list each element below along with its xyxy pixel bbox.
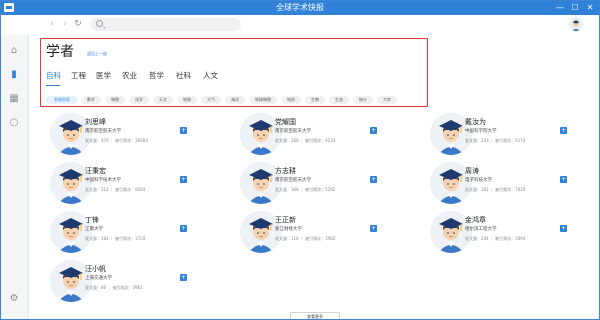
chip-geography[interactable]: 地理: [177, 96, 197, 104]
tab-agriculture[interactable]: 农业: [122, 71, 137, 81]
scholar-card[interactable]: 汪小帆 上海交通大学 发文量：86 ｜ 被引频次：3961 +: [50, 260, 230, 310]
load-more-button[interactable]: 查看更多: [290, 312, 340, 319]
scholar-name[interactable]: 金鸿章: [465, 216, 486, 224]
scholar-card[interactable]: 金鸿章 哈尔滨工程大学 发文量：244 ｜ 被引频次：3494 +: [430, 211, 599, 261]
chip-statistics[interactable]: 统计: [353, 96, 373, 104]
search-box[interactable]: [91, 18, 241, 31]
add-icon[interactable]: +: [370, 225, 377, 232]
tab-philosophy[interactable]: 哲学: [149, 71, 164, 81]
tab-humanities[interactable]: 人文: [203, 71, 218, 81]
minimize-icon[interactable]: —: [553, 1, 567, 15]
scholar-stats: 发文量：268 ｜ 被引频次：9233: [275, 138, 336, 143]
chip-geophysics[interactable]: 地球物理: [249, 96, 277, 104]
chip-ecology[interactable]: 生态: [329, 96, 349, 104]
scholar-institution: 南京航空航天大学: [275, 129, 311, 134]
user-avatar[interactable]: [569, 17, 583, 31]
chip-ocean[interactable]: 海洋: [225, 96, 245, 104]
page-title: 学者: [46, 44, 74, 60]
settings-icon[interactable]: ⚙: [8, 293, 20, 305]
scholar-institution: 南京航空航天大学: [275, 178, 311, 183]
scholar-stats: 发文量：879 ｜ 被引频次：26684: [85, 138, 148, 143]
add-icon[interactable]: +: [180, 176, 187, 183]
close-icon[interactable]: ✕: [583, 1, 597, 15]
chip-atmosphere[interactable]: 大气: [201, 96, 221, 104]
scholar-stats: 发文量：243 ｜ 被引频次：9174: [465, 138, 526, 143]
title-bar: 全球学术快报 — ☐ ✕: [1, 1, 599, 15]
scholar-stats: 发文量：368 ｜ 被引频次：5282: [275, 187, 336, 192]
scholar-name[interactable]: 周涛: [465, 167, 479, 175]
tab-social-science[interactable]: 社科: [176, 71, 191, 81]
scholar-card[interactable]: 丁锋 江南大学 发文量：184 ｜ 被引频次：3720 +: [50, 211, 230, 261]
scholar-name[interactable]: 王正新: [275, 216, 296, 224]
app-window: 全球学术快报 — ☐ ✕ ‹ › ↻ ⌂ ▮ ▦ ○ ⚙ 学者 返回上一级 自科…: [0, 0, 600, 320]
chip-mechanics[interactable]: 力学: [377, 96, 397, 104]
scholar-stats: 发文量：244 ｜ 被引频次：3494: [465, 236, 526, 241]
scholar-institution: 哈尔滨工程大学: [465, 227, 497, 232]
scholar-institution: 南京航空航天大学: [85, 129, 121, 134]
forward-arrow-icon[interactable]: ›: [59, 18, 71, 30]
scholar-name[interactable]: 戴汝为: [465, 118, 486, 126]
scholar-card[interactable]: 戴汝为 中国科学院大学 发文量：243 ｜ 被引频次：9174 +: [430, 113, 599, 163]
add-icon[interactable]: +: [560, 127, 567, 134]
scholar-filter-panel: 学者 返回上一级 自科 工程 医学 农业 哲学 社科 人文 系统科学 数学 物理…: [40, 38, 428, 107]
scholar-card[interactable]: 党耀国 南京航空航天大学 发文量：268 ｜ 被引频次：9233 +: [240, 113, 420, 163]
chip-chemistry[interactable]: 化学: [129, 96, 149, 104]
search-input[interactable]: [107, 19, 235, 30]
add-icon[interactable]: +: [370, 176, 377, 183]
scholar-name[interactable]: 汪秉宏: [85, 167, 106, 175]
back-link[interactable]: 返回上一级: [87, 51, 107, 57]
scholar-institution: 上海交通大学: [85, 276, 112, 281]
scholar-name[interactable]: 方志耕: [275, 167, 296, 175]
book-icon[interactable]: ▮: [8, 69, 20, 81]
scholar-card[interactable]: 汪秉宏 中国科学技术大学 发文量：212 ｜ 被引频次：8264 +: [50, 162, 230, 212]
scholar-institution: 浙江财经大学: [275, 227, 302, 232]
add-icon[interactable]: +: [180, 274, 187, 281]
add-icon[interactable]: +: [370, 127, 377, 134]
scholar-stats: 发文量：184 ｜ 被引频次：3720: [85, 236, 146, 241]
scholar-card[interactable]: 王正新 浙江财经大学 发文量：110 ｜ 被引频次：3982 +: [240, 211, 420, 261]
scholar-stats: 发文量：212 ｜ 被引频次：8264: [85, 187, 146, 192]
search-nav-icon[interactable]: ○: [8, 117, 20, 129]
scholar-stats: 发文量：86 ｜ 被引频次：3961: [85, 285, 143, 290]
scholar-card[interactable]: 刘思峰 南京航空航天大学 发文量：879 ｜ 被引频次：26684 +: [50, 113, 230, 163]
refresh-icon[interactable]: ↻: [72, 18, 84, 30]
back-arrow-icon[interactable]: ‹: [46, 18, 58, 30]
building-icon[interactable]: ▦: [8, 93, 20, 105]
tab-medicine[interactable]: 医学: [96, 71, 111, 81]
maximize-icon[interactable]: ☐: [568, 1, 582, 15]
chip-biology[interactable]: 生物: [305, 96, 325, 104]
chip-math[interactable]: 数学: [81, 96, 101, 104]
user-avatar-icon: [571, 20, 581, 31]
chip-astronomy[interactable]: 天文: [153, 96, 173, 104]
scholar-name[interactable]: 丁锋: [85, 216, 99, 224]
scholar-institution: 中国科学技术大学: [85, 178, 121, 183]
add-icon[interactable]: +: [180, 225, 187, 232]
scholar-stats: 发文量：110 ｜ 被引频次：3982: [275, 236, 336, 241]
main-content: 学者 返回上一级 自科 工程 医学 农业 哲学 社科 人文 系统科学 数学 物理…: [30, 35, 599, 319]
scholar-institution: 江南大学: [85, 227, 103, 232]
search-icon: [96, 20, 103, 27]
toolbar: ‹ › ↻: [1, 15, 599, 35]
add-icon[interactable]: +: [560, 225, 567, 232]
sidebar: ⌂ ▮ ▦ ○ ⚙: [1, 35, 29, 319]
scholar-institution: 电子科技大学: [465, 178, 492, 183]
add-icon[interactable]: +: [180, 127, 187, 134]
home-icon[interactable]: ⌂: [8, 45, 20, 57]
chip-physics[interactable]: 物理: [105, 96, 125, 104]
scholar-stats: 发文量：161 ｜ 被引频次：7624: [465, 187, 526, 192]
add-icon[interactable]: +: [560, 176, 567, 183]
chip-system-science[interactable]: 系统科学: [46, 96, 78, 104]
active-tab-indicator: [46, 85, 60, 86]
scholar-card[interactable]: 周涛 电子科技大学 发文量：161 ｜ 被引频次：7624 +: [430, 162, 599, 212]
scholar-name[interactable]: 汪小帆: [85, 265, 106, 273]
tab-engineering[interactable]: 工程: [71, 71, 86, 81]
scholar-card[interactable]: 方志耕 南京航空航天大学 发文量：368 ｜ 被引频次：5282 +: [240, 162, 420, 212]
tab-natural-science[interactable]: 自科: [46, 71, 61, 81]
window-title: 全球学术快报: [276, 3, 324, 12]
scholar-institution: 中国科学院大学: [465, 129, 497, 134]
scholar-name[interactable]: 刘思峰: [85, 118, 106, 126]
chip-geology[interactable]: 地质: [281, 96, 301, 104]
scholar-name[interactable]: 党耀国: [275, 118, 296, 126]
